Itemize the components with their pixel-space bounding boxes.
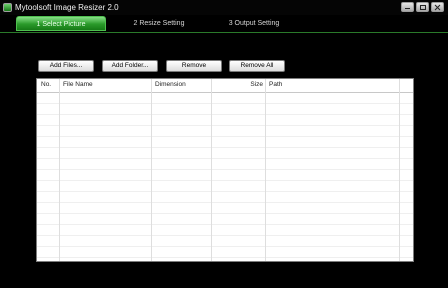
app-icon xyxy=(3,3,12,12)
tab-bar: 1 Select Picture 2 Resize Setting 3 Outp… xyxy=(0,15,448,32)
column-divider xyxy=(265,79,266,261)
add-files-button[interactable]: Add Files... xyxy=(38,60,94,72)
tab-resize-setting[interactable]: 2 Resize Setting xyxy=(122,16,196,31)
column-header-dimension[interactable]: Dimension xyxy=(155,81,186,88)
file-list-table[interactable]: No. File Name Dimension Size Path xyxy=(36,78,414,262)
column-header-path[interactable]: Path xyxy=(269,81,282,88)
tab-output-setting[interactable]: 3 Output Setting xyxy=(219,16,289,31)
column-header-size[interactable]: Size xyxy=(249,81,263,88)
column-divider xyxy=(59,79,60,261)
table-body xyxy=(37,93,413,261)
maximize-button[interactable] xyxy=(416,2,429,12)
column-header-no[interactable]: No. xyxy=(41,81,51,88)
remove-button[interactable]: Remove xyxy=(166,60,222,72)
tab-select-picture[interactable]: 1 Select Picture xyxy=(16,16,106,31)
column-header-file-name[interactable]: File Name xyxy=(63,81,93,88)
title-bar: Mytoolsoft Image Resizer 2.0 xyxy=(0,0,448,15)
close-button[interactable] xyxy=(431,2,444,12)
add-folder-button[interactable]: Add Folder... xyxy=(102,60,158,72)
minimize-button[interactable] xyxy=(401,2,414,12)
tab-divider xyxy=(0,32,448,33)
column-divider xyxy=(211,79,212,261)
window-title: Mytoolsoft Image Resizer 2.0 xyxy=(15,3,119,12)
column-divider xyxy=(399,79,400,261)
table-header: No. File Name Dimension Size Path xyxy=(37,79,413,93)
column-divider xyxy=(151,79,152,261)
remove-all-button[interactable]: Remove All xyxy=(229,60,285,72)
